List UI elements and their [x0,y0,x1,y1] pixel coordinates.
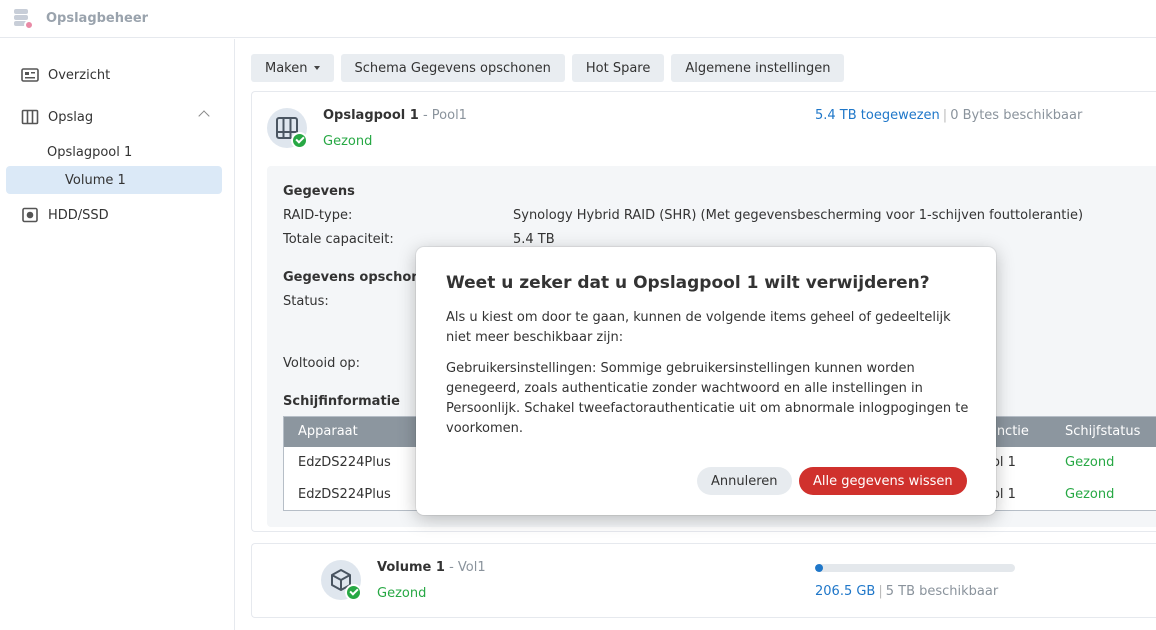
disk-info-header: Schijfinformatie [283,394,400,409]
create-button[interactable]: Maken [251,54,334,82]
hot-spare-button[interactable]: Hot Spare [571,54,665,82]
scrub-status-label: Status: [283,294,329,309]
table-row-1-device[interactable]: EdzDS224Plus [298,455,391,470]
sidebar: Overzicht Opslag Opslagpool 1 Volume 1 H… [0,39,235,630]
delete-pool-dialog: Weet u zeker dat u Opslagpool 1 wilt ver… [416,247,996,515]
erase-all-data-button[interactable]: Alle gegevens wissen [799,467,967,495]
general-settings-button[interactable]: Algemene instellingen [671,54,845,82]
storage-manager-icon [12,8,34,30]
info-header: Gegevens [283,184,355,199]
column-disk-status[interactable]: Schijfstatus [1065,424,1140,439]
storage-pool-icon [267,108,308,149]
volume-name: Volume 1 - Vol1 [377,560,486,575]
storage-icon [21,109,39,125]
volume-usage-fill [815,564,823,572]
table-row-2-device[interactable]: EdzDS224Plus [298,487,391,502]
column-device[interactable]: Apparaat [298,424,358,439]
title-bar: Opslagbeheer [0,0,1156,38]
app-title: Opslagbeheer [46,11,149,26]
dialog-paragraph-1: Als u kiest om door te gaan, kunnen de v… [446,310,951,345]
hdd-icon [21,207,39,223]
healthy-check-icon [345,584,362,601]
create-label: Maken [265,60,308,76]
capacity-value: 5.4 TB [513,232,555,247]
sidebar-item-overview[interactable]: Overzicht [6,61,222,89]
raid-type-value: Synology Hybrid RAID (SHR) (Met gegevens… [513,208,1084,223]
sidebar-item-pool1[interactable]: Opslagpool 1 [6,138,222,166]
sidebar-item-label: Opslag [48,109,94,125]
scrub-schedule-button[interactable]: Schema Gegevens opschonen [340,54,565,82]
sidebar-item-label: Opslagpool 1 [47,144,133,160]
volume-capacity: 206.5 GB | 5 TB beschikbaar [815,584,999,599]
cancel-button[interactable]: Annuleren [697,467,792,495]
volume-icon [321,560,362,601]
volume-status: Gezond [377,586,427,601]
sidebar-item-label: Overzicht [48,67,111,83]
table-row-2-status: Gezond [1065,487,1115,502]
sidebar-item-label: HDD/SSD [48,207,109,223]
dialog-paragraph-2: Gebruikersinstellingen: Sommige gebruike… [446,361,969,436]
toolbar: Maken Schema Gegevens opschonen Hot Spar… [251,54,845,82]
table-row-1-status: Gezond [1065,455,1115,470]
volume-usage-bar [815,564,1015,572]
sidebar-item-volume1[interactable]: Volume 1 [6,166,222,194]
sidebar-item-label: Volume 1 [65,172,126,188]
chevron-up-icon[interactable] [198,110,210,122]
pool-capacity: 5.4 TB toegewezen | 0 Bytes beschikbaar [815,108,1083,123]
capacity-label: Totale capaciteit: [283,232,394,247]
pool-name: Opslagpool 1 - Pool1 [323,108,467,123]
dialog-title: Weet u zeker dat u Opslagpool 1 wilt ver… [446,273,930,293]
sidebar-item-hdd-ssd[interactable]: HDD/SSD [6,201,222,229]
healthy-check-icon [291,132,308,149]
caret-down-icon [313,66,320,70]
pool-status: Gezond [323,134,373,149]
volume-card[interactable]: Volume 1 - Vol1 Gezond 206.5 GB | 5 TB bes… [251,543,1156,618]
scrub-completed-label: Voltooid op: [283,356,361,371]
raid-type-label: RAID-type: [283,208,353,223]
sidebar-item-storage[interactable]: Opslag [6,103,222,131]
overview-icon [21,67,39,83]
